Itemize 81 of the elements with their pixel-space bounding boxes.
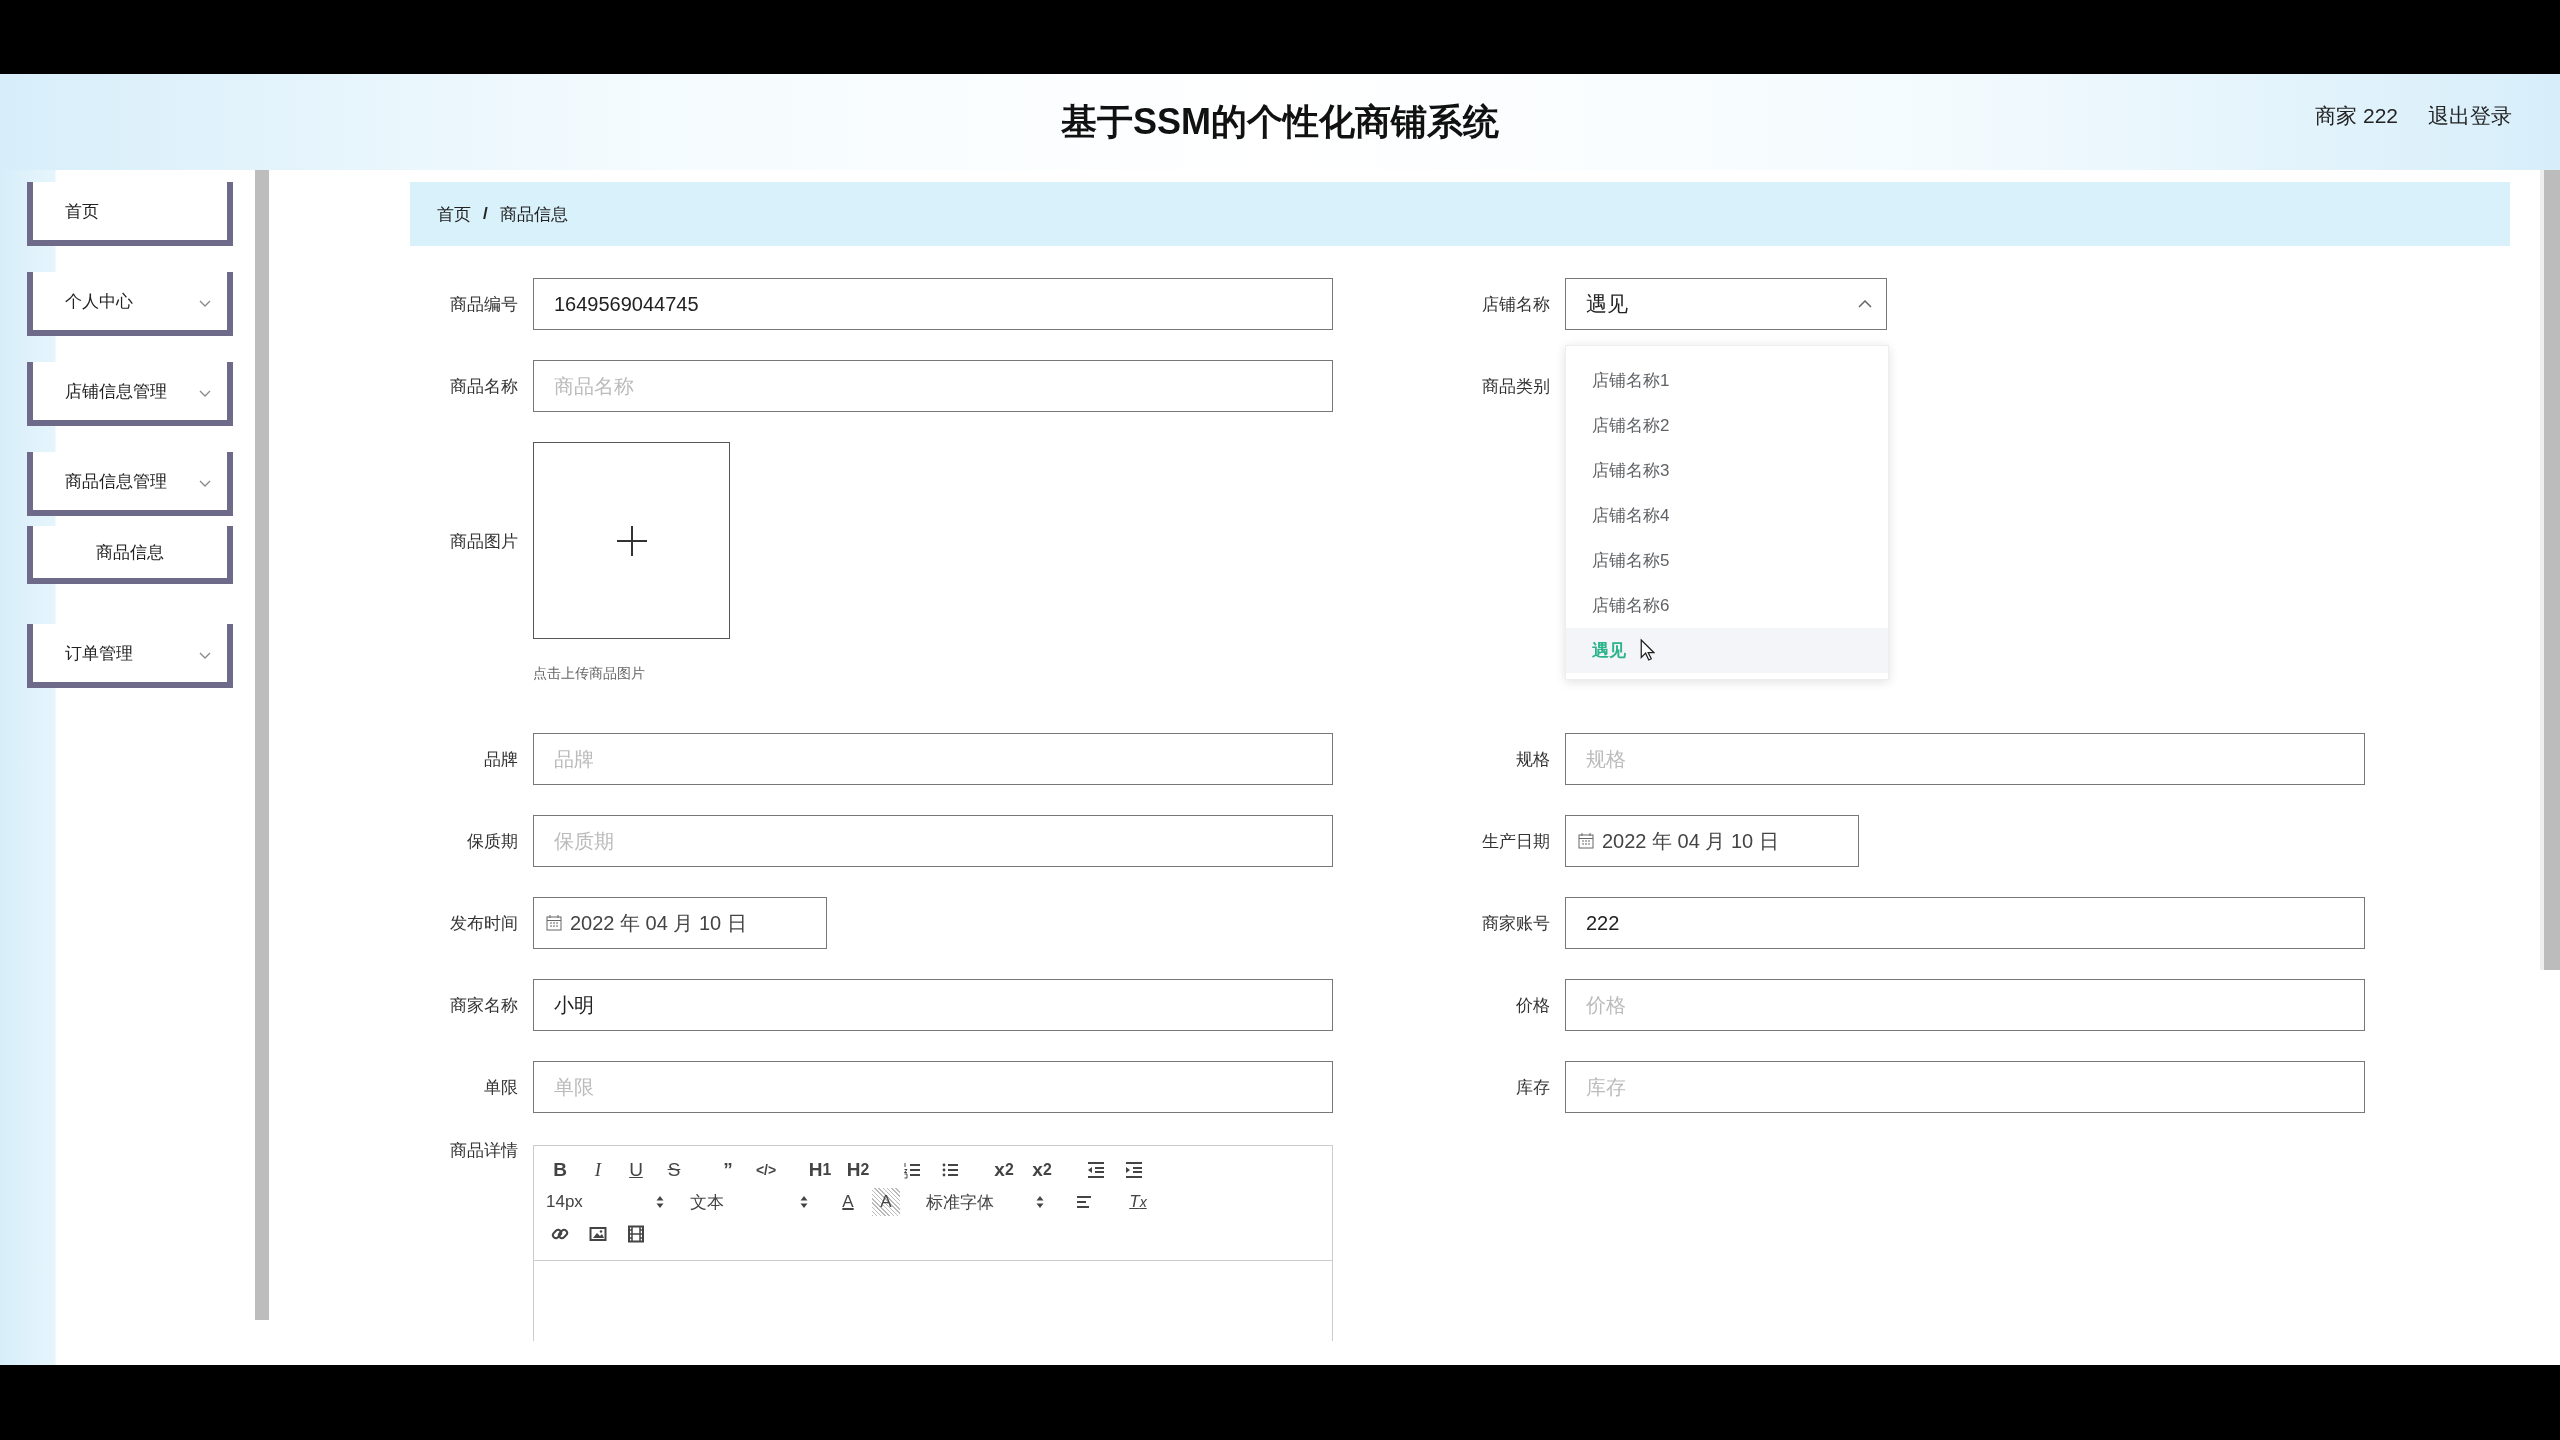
field-label: 库存 [1515,1076,1550,1099]
upload-box[interactable] [533,442,730,639]
menu-item[interactable]: 店铺信息管理 [27,362,233,426]
chevron-down-icon [199,480,211,488]
format-button[interactable]: A [872,1188,900,1216]
numbered-list-icon [903,1161,921,1179]
input-field[interactable]: 单限 [533,1061,1333,1113]
dropdown-option[interactable]: 店铺名称2 [1566,403,1888,448]
menu-item[interactable]: 商品信息管理 [27,452,233,516]
field-label: 商品编号 [449,293,518,316]
outdent-icon [1087,1161,1105,1179]
upload-hint: 点击上传商品图片 [533,665,646,683]
scrollbar[interactable] [2540,170,2560,970]
scrollbar[interactable] [255,170,269,1320]
format-button[interactable]: I [584,1156,612,1184]
input-field[interactable]: 222 [1565,897,2365,949]
menu-item[interactable]: 商品信息 [27,526,233,584]
calendar-icon [1578,833,1594,849]
field-label: 商品名称 [449,375,518,398]
format-button[interactable]: </> [752,1156,780,1184]
sort-arrows-icon [1036,1195,1044,1209]
chevron-down-icon [199,652,211,660]
align-icon [1075,1193,1093,1211]
dropdown-option[interactable]: 店铺名称3 [1566,448,1888,493]
field-label: 单限 [483,1076,518,1099]
sort-arrows-icon [656,1195,664,1209]
input-field[interactable]: 价格 [1565,979,2365,1031]
image-icon [589,1225,607,1243]
field-label: 商品图片 [449,531,518,553]
film-icon [627,1225,645,1243]
input-field[interactable]: 保质期 [533,815,1333,867]
format-button[interactable]: A [834,1188,862,1216]
dropdown-option[interactable]: 店铺名称4 [1566,493,1888,538]
select-field[interactable]: 遇见 [1565,278,1887,330]
input-field[interactable]: 商品名称 [533,360,1333,412]
field-label: 生产日期 [1481,830,1550,853]
calendar-icon [546,915,562,931]
dropdown-option[interactable]: 店铺名称6 [1566,583,1888,628]
user-name: 商家 222 [2315,103,2398,129]
field-label: 发布时间 [449,912,518,935]
menu-item[interactable]: 个人中心 [27,272,233,336]
input-field[interactable]: 小明 [533,979,1333,1031]
dropdown-option[interactable]: 店铺名称5 [1566,538,1888,583]
field-label: 品牌 [483,748,518,771]
format-button[interactable]: B [546,1156,574,1184]
toolbar-dropdown[interactable]: 标准字体 [926,1188,1044,1216]
input-field[interactable]: 库存 [1565,1061,2365,1113]
input-field[interactable]: 1649569044745 [533,278,1333,330]
indent-icon [1125,1161,1143,1179]
field-label: 商品详情 [449,1140,518,1162]
field-label: 保质期 [466,830,518,853]
menu-item[interactable]: 首页 [27,182,233,246]
toolbar-dropdown[interactable]: 文本 [690,1188,808,1216]
field-label: 店铺名称 [1481,293,1550,316]
chevron-down-icon [199,390,211,398]
chevron-up-icon [1858,300,1872,308]
input-field[interactable]: 品牌 [533,733,1333,785]
field-label: 规格 [1515,748,1550,771]
format-button[interactable]: S [660,1156,688,1184]
field-label: 商品类别 [1481,375,1550,398]
app-title: 基于SSM的个性化商铺系统 [1061,99,1499,144]
breadcrumb-link[interactable]: 首页 [437,202,471,226]
date-field[interactable]: 2022 年 04 月 10 日 [1565,815,1859,867]
menu-item[interactable]: 订单管理 [27,624,233,688]
cursor-icon [1640,638,1655,662]
toolbar-dropdown[interactable]: 14px [546,1188,664,1216]
field-label: 商家名称 [449,994,518,1017]
sort-arrows-icon [800,1195,808,1209]
input-field[interactable]: 规格 [1565,733,2365,785]
logout-link[interactable]: 退出登录 [2428,102,2512,130]
field-label: 商家账号 [1481,912,1550,935]
format-button[interactable]: U [622,1156,650,1184]
chevron-down-icon [199,300,211,308]
dropdown-option[interactable]: 店铺名称1 [1566,358,1888,403]
bullet-list-icon [941,1161,959,1179]
plus-icon [616,525,647,556]
field-label: 价格 [1515,994,1550,1017]
date-field[interactable]: 2022 年 04 月 10 日 [533,897,827,949]
format-button[interactable]: ” [714,1156,742,1184]
breadcrumb-separator: / [483,204,488,224]
breadcrumb-link[interactable]: 商品信息 [499,202,568,226]
